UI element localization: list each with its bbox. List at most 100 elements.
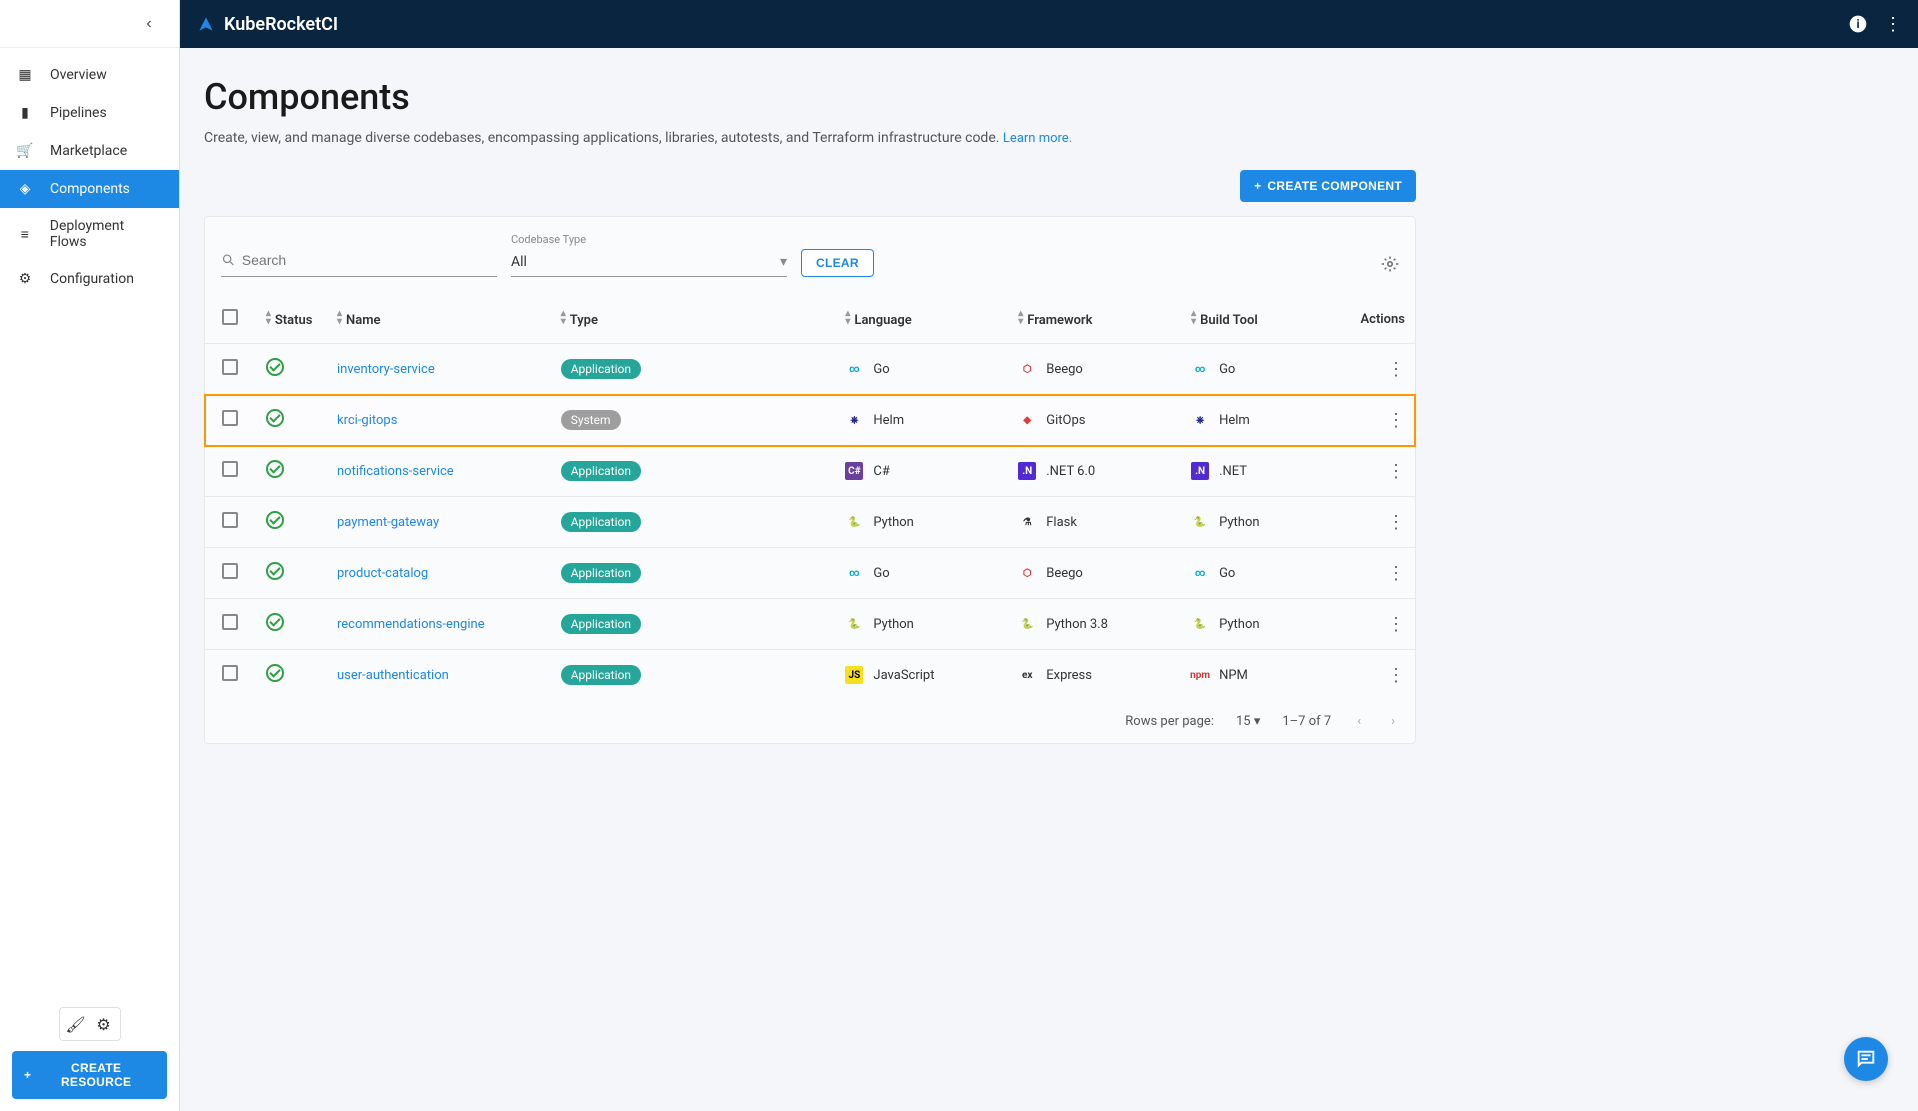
table-row: recommendations-engineApplication🐍Python… [205,599,1415,650]
status-ok-icon [266,409,284,427]
header-framework[interactable]: ▴▾Framework [1008,295,1181,344]
row-checkbox[interactable] [222,614,238,630]
c--icon: C# [845,462,863,480]
python-3-8-icon: 🐍 [1018,615,1036,633]
type-badge: Application [561,665,641,685]
table-row: product-catalogApplication∞Go⬡Beego∞Go⋮ [205,548,1415,599]
row-actions-menu[interactable]: ⋮ [1387,614,1405,635]
component-name-link[interactable]: product-catalog [337,566,428,581]
row-actions-menu[interactable]: ⋮ [1387,563,1405,584]
status-ok-icon [266,358,284,376]
row-checkbox[interactable] [222,359,238,375]
rows-per-page-select[interactable]: 15 ▾ [1236,714,1260,729]
codebase-type-select[interactable]: All ▾ [511,248,787,277]
create-resource-button[interactable]: + CREATE RESOURCE [12,1051,167,1099]
nav-icon: 🛒 [16,142,34,160]
python-icon: 🐍 [1191,513,1209,531]
components-table: ▴▾Status ▴▾Name ▴▾Type ▴▾Language ▴▾Fram… [205,295,1415,700]
row-checkbox[interactable] [222,665,238,681]
sidebar-item-configuration[interactable]: ⚙Configuration [0,260,179,298]
clear-button[interactable]: CLEAR [801,249,874,277]
header-status[interactable]: ▴▾Status [256,295,327,344]
row-actions-menu[interactable]: ⋮ [1387,359,1405,380]
beego-icon: ⬡ [1018,360,1036,378]
row-checkbox[interactable] [222,410,238,426]
component-name-link[interactable]: recommendations-engine [337,617,485,632]
components-card: Codebase Type All ▾ CLEAR ▴▾Status ▴▾Nam… [204,216,1416,744]
codebase-type-label: Codebase Type [511,233,787,246]
next-page-button[interactable]: › [1387,710,1399,733]
sidebar-item-marketplace[interactable]: 🛒 Marketplace [0,132,179,170]
header-name[interactable]: ▴▾Name [327,295,551,344]
buildtool-label: Python [1219,617,1259,632]
nav-icon: ◈ [16,180,34,198]
component-name-link[interactable]: inventory-service [337,362,435,377]
sidebar-item-overview[interactable]: ▦Overview [0,56,179,94]
header-type[interactable]: ▴▾Type [551,295,836,344]
helm-icon: ⎈ [1191,411,1209,429]
gear-icon[interactable]: ⚙ [92,1012,116,1036]
status-ok-icon [266,511,284,529]
nav-label: Marketplace [50,143,127,159]
type-badge: Application [561,512,641,532]
language-label: Helm [873,413,904,428]
buildtool-label: Go [1219,362,1235,377]
component-name-link[interactable]: notifications-service [337,464,454,479]
info-icon[interactable]: i [1848,14,1868,34]
buildtool-label: NPM [1219,668,1248,683]
language-label: Go [873,566,889,581]
component-name-link[interactable]: krci-gitops [337,413,397,428]
topbar-menu-icon[interactable]: ⋮ [1884,14,1902,35]
row-actions-menu[interactable]: ⋮ [1387,512,1405,533]
sidebar-item-deployment-flows[interactable]: ≡Deployment Flows [0,208,179,260]
sidebar-collapse-button[interactable] [0,0,179,48]
filter-row: Codebase Type All ▾ CLEAR [205,217,1415,295]
row-checkbox[interactable] [222,563,238,579]
framework-label: Flask [1046,515,1077,530]
sidebar: ▦Overview▮Pipelines 🛒 Marketplace ◈Componen… [0,0,180,1111]
sidebar-item-pipelines[interactable]: ▮Pipelines [0,94,179,132]
row-actions-menu[interactable]: ⋮ [1387,410,1405,431]
search-box [221,246,497,277]
nav-icon: ⚙ [16,270,34,288]
type-badge: Application [561,461,641,481]
status-ok-icon [266,460,284,478]
framework-label: GitOps [1046,413,1085,428]
npm-icon: npm [1191,666,1209,684]
app-logo[interactable]: KubeRocketCI [196,14,338,35]
helm-icon: ⎈ [845,411,863,429]
create-component-label: CREATE COMPONENT [1267,179,1402,193]
table-settings-icon[interactable] [1381,255,1399,277]
beego-icon: ⬡ [1018,564,1036,582]
brush-icon[interactable]: 🖌 [64,1012,88,1036]
nav-label: Pipelines [50,105,107,121]
pagination-range: 1–7 of 7 [1282,714,1331,729]
component-name-link[interactable]: payment-gateway [337,515,439,530]
-net-6-0-icon: .N [1018,462,1036,480]
nav-icon: ≡ [16,225,34,243]
row-checkbox[interactable] [222,461,238,477]
component-name-link[interactable]: user-authentication [337,668,449,683]
search-input[interactable] [242,246,497,274]
prev-page-button[interactable]: ‹ [1353,710,1365,733]
row-actions-menu[interactable]: ⋮ [1387,665,1405,686]
row-actions-menu[interactable]: ⋮ [1387,461,1405,482]
python-icon: 🐍 [1191,615,1209,633]
header-language[interactable]: ▴▾Language [835,295,1008,344]
create-resource-label: CREATE RESOURCE [37,1061,155,1089]
select-all-checkbox[interactable] [222,309,238,325]
type-badge: System [561,410,621,430]
language-label: C# [873,464,889,479]
learn-more-link[interactable]: Learn more. [1003,131,1072,146]
main-content: Components Create, view, and manage dive… [180,48,1440,772]
row-checkbox[interactable] [222,512,238,528]
pagination: Rows per page: 15 ▾ 1–7 of 7 ‹ › [205,700,1415,743]
header-buildtool[interactable]: ▴▾Build Tool [1181,295,1344,344]
chat-fab[interactable] [1844,1037,1888,1081]
sidebar-item-components[interactable]: ◈Components [0,170,179,208]
page-subtitle: Create, view, and manage diverse codebas… [204,130,1416,146]
gitops-icon: ◆ [1018,411,1036,429]
create-component-button[interactable]: + CREATE COMPONENT [1240,170,1416,202]
go-icon: ∞ [845,564,863,582]
rocket-icon [196,14,216,34]
